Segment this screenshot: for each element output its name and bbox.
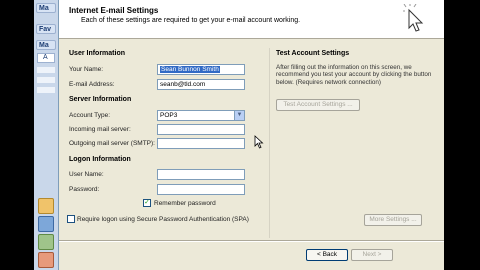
remember-password-checkbox[interactable]: ✓ [143, 199, 151, 207]
right-letterbox [444, 0, 480, 270]
column-divider [269, 48, 270, 238]
outlook-mail-item[interactable]: A [37, 53, 55, 63]
logon-information-heading: Logon Information [69, 156, 131, 163]
your-name-label: Your Name: [69, 66, 104, 73]
back-button[interactable]: < Back [306, 249, 348, 261]
more-settings-button[interactable]: More Settings ... [364, 214, 422, 226]
dialog-subtitle: Each of these settings are required to g… [81, 17, 301, 24]
outlook-row [37, 67, 55, 73]
calendar-icon[interactable] [38, 216, 54, 232]
test-account-settings-heading: Test Account Settings [276, 50, 350, 57]
password-label: Password: [69, 186, 100, 193]
dialog-title: Internet E-mail Settings [69, 6, 159, 15]
user-name-field[interactable] [157, 169, 245, 180]
remember-password-label: Remember password [154, 200, 216, 207]
mouse-pointer-icon [254, 135, 264, 149]
test-account-settings-button[interactable]: Test Account Settings ... [276, 99, 360, 111]
setup-wizard-icon [403, 4, 424, 32]
outlook-row [37, 87, 55, 93]
outlook-background-window: Ma Fav Ma A [34, 0, 59, 270]
server-information-heading: Server Information [69, 96, 132, 103]
spa-checkbox[interactable] [67, 215, 75, 223]
left-letterbox [0, 0, 34, 270]
outgoing-server-field[interactable] [157, 138, 245, 149]
internet-email-settings-dialog: Internet E-mail Settings Each of these s… [58, 0, 445, 270]
mail-folder-icon[interactable] [38, 198, 54, 214]
footer-separator-highlight [59, 241, 445, 242]
outlook-row [37, 77, 55, 83]
dialog-header: Internet E-mail Settings Each of these s… [59, 0, 445, 39]
chevron-down-icon[interactable]: ▼ [234, 111, 244, 120]
outlook-tab-2[interactable]: Fav [36, 24, 56, 34]
contacts-icon[interactable] [38, 234, 54, 250]
password-field[interactable] [157, 184, 245, 195]
next-button[interactable]: Next > [351, 249, 393, 261]
account-type-select[interactable]: POP3 ▼ [157, 110, 245, 121]
tasks-icon[interactable] [38, 252, 54, 268]
outlook-tab-1[interactable]: Ma [36, 3, 56, 13]
your-name-field[interactable]: Sean Bunnon Smith [157, 64, 245, 75]
your-name-value: Sean Bunnon Smith [160, 66, 220, 73]
incoming-server-label: Incoming mail server: [69, 126, 131, 133]
user-name-label: User Name: [69, 171, 104, 178]
outgoing-server-label: Outgoing mail server (SMTP): [69, 140, 155, 147]
user-information-heading: User Information [69, 50, 126, 57]
outlook-tab-3[interactable]: Ma [36, 40, 56, 50]
account-type-value: POP3 [160, 112, 178, 119]
outlook-item-letter: A [43, 54, 48, 61]
email-address-field[interactable]: seanb@tld.com [157, 79, 245, 90]
test-account-description: After filling out the information on thi… [276, 64, 432, 86]
spa-label: Require logon using Secure Password Auth… [77, 216, 249, 223]
account-type-label: Account Type: [69, 112, 111, 119]
email-address-label: E-mail Address: [69, 81, 115, 88]
incoming-server-field[interactable] [157, 124, 245, 135]
